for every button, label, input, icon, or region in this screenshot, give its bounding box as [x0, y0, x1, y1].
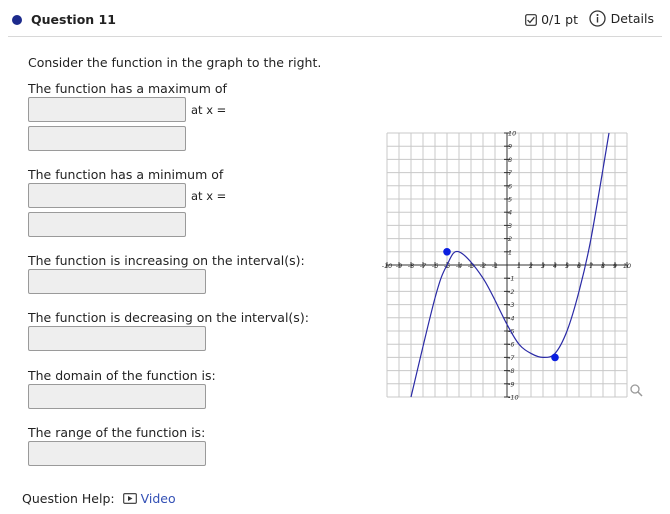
x-tick-label: 9	[613, 262, 617, 270]
zoom-icon[interactable]	[630, 384, 643, 397]
y-tick-label: 5	[508, 196, 512, 204]
x-tick-label: -6	[432, 262, 438, 270]
function-graph: -10 -9 -8 -7 -6 -5 -4 -3 -2 -1 1 2 3 4 5 6 7 8 9 1010987654…	[382, 130, 643, 402]
y-tick-label: 9	[508, 143, 512, 151]
y-tick-label: 2	[508, 235, 512, 243]
video-link[interactable]: Video	[122, 491, 176, 506]
x-tick-label: -10	[382, 262, 393, 270]
question-help: Question Help: Video	[22, 491, 176, 506]
score: 0/1 pt	[525, 12, 578, 27]
increasing-input[interactable]	[28, 269, 206, 294]
question-title: Question 11	[31, 12, 116, 27]
min-x-input[interactable]	[28, 212, 186, 237]
x-tick-label: -1	[492, 262, 498, 270]
question-help-label: Question Help:	[22, 491, 115, 506]
x-tick-label: -2	[480, 262, 486, 270]
max-label: The function has a maximum of	[28, 81, 227, 96]
y-tick-label: -6	[508, 341, 514, 349]
x-tick-label: 8	[601, 262, 605, 270]
x-tick-label: 10	[623, 262, 631, 270]
y-tick-label: -4	[508, 314, 514, 322]
question-status-dot	[12, 15, 22, 25]
decreasing-label: The function is decreasing on the interv…	[28, 310, 309, 325]
extremum-point	[551, 353, 559, 362]
x-tick-label: -4	[456, 262, 462, 270]
max-at-label: at x =	[191, 103, 227, 117]
increasing-label: The function is increasing on the interv…	[28, 253, 305, 268]
y-tick-label: -10	[508, 394, 519, 402]
y-tick-label: 7	[508, 169, 513, 177]
range-label: The range of the function is:	[28, 425, 206, 440]
details-label: Details	[610, 11, 654, 26]
x-tick-label: 3	[541, 262, 545, 270]
video-play-icon	[122, 493, 137, 504]
x-tick-label: 6	[577, 262, 581, 270]
y-tick-label: 4	[508, 209, 512, 217]
x-tick-label: 5	[565, 262, 569, 270]
max-x-input[interactable]	[28, 126, 186, 151]
video-label: Video	[140, 491, 176, 506]
x-tick-label: 4	[553, 262, 557, 270]
y-tick-label: -7	[508, 354, 515, 362]
min-at-label: at x =	[191, 189, 227, 203]
domain-label: The domain of the function is:	[28, 368, 216, 383]
x-tick-label: -3	[468, 262, 474, 270]
details-button[interactable]: Details	[589, 10, 654, 27]
x-tick-label: 7	[589, 262, 594, 270]
max-value-input[interactable]	[28, 97, 186, 122]
y-tick-label: 8	[508, 156, 512, 164]
y-tick-label: -1	[508, 275, 514, 283]
y-tick-label: 10	[508, 130, 516, 138]
checkbox-icon	[525, 13, 537, 26]
y-tick-label: -9	[508, 380, 514, 388]
info-icon	[589, 10, 606, 27]
extremum-point	[443, 248, 451, 256]
x-tick-label: 2	[529, 262, 533, 270]
y-tick-label: -3	[508, 301, 514, 309]
min-label: The function has a minimum of	[28, 167, 224, 182]
intro-text: Consider the function in the graph to th…	[28, 55, 322, 70]
question-header: Question 11 0/1 pt Details	[8, 4, 662, 37]
y-tick-label: -2	[508, 288, 514, 296]
y-tick-label: 6	[508, 182, 512, 190]
x-tick-label: 1	[517, 262, 521, 270]
x-tick-label: -8	[408, 262, 414, 270]
score-text: 0/1 pt	[541, 12, 578, 27]
x-tick-label: -9	[396, 262, 402, 270]
decreasing-input[interactable]	[28, 326, 206, 351]
y-tick-label: 1	[508, 248, 512, 256]
range-input[interactable]	[28, 441, 206, 466]
domain-input[interactable]	[28, 384, 206, 409]
min-value-input[interactable]	[28, 183, 186, 208]
y-tick-label: -8	[508, 367, 514, 375]
x-tick-label: -7	[420, 262, 427, 270]
y-tick-label: 3	[508, 222, 512, 230]
